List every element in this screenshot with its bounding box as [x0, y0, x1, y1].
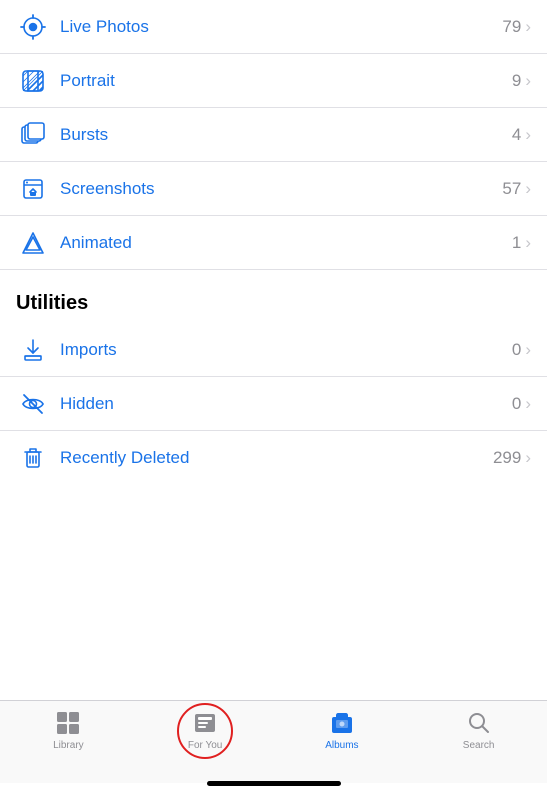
animated-label: Animated — [50, 233, 512, 253]
hidden-icon — [16, 391, 50, 417]
live-photos-chevron: › — [525, 17, 531, 37]
search-tab-label: Search — [463, 740, 495, 751]
recently-deleted-label: Recently Deleted — [50, 448, 493, 468]
portrait-count: 9 — [512, 71, 521, 91]
imports-icon — [16, 337, 50, 363]
live-photos-count: 79 — [502, 17, 521, 37]
tab-for-you[interactable]: For You — [137, 709, 274, 751]
animated-row[interactable]: Animated 1 › — [0, 216, 547, 270]
animated-chevron: › — [525, 233, 531, 253]
tab-library[interactable]: Library — [0, 709, 137, 751]
portrait-row[interactable]: Portrait 9 › — [0, 54, 547, 108]
hidden-row[interactable]: Hidden 0 › — [0, 377, 547, 431]
screenshots-label: Screenshots — [50, 179, 502, 199]
portrait-icon — [16, 68, 50, 94]
screenshots-chevron: › — [525, 179, 531, 199]
recently-deleted-count: 299 — [493, 448, 521, 468]
live-photos-row[interactable]: Live Photos 79 › — [0, 0, 547, 54]
recently-deleted-chevron: › — [525, 448, 531, 468]
for-you-icon — [191, 709, 219, 737]
albums-tab-label: Albums — [325, 740, 358, 751]
bursts-label: Bursts — [50, 125, 512, 145]
tab-search[interactable]: Search — [410, 709, 547, 751]
library-icon — [54, 709, 82, 737]
bursts-icon — [16, 122, 50, 148]
tab-albums[interactable]: Albums — [274, 709, 411, 751]
live-photos-icon — [16, 14, 50, 40]
search-icon — [465, 709, 493, 737]
screenshots-row[interactable]: Screenshots 57 › — [0, 162, 547, 216]
screenshots-icon — [16, 176, 50, 202]
home-indicator — [0, 783, 547, 788]
utilities-header-text: Utilities — [16, 292, 88, 314]
bursts-chevron: › — [525, 125, 531, 145]
albums-icon — [328, 709, 356, 737]
imports-row[interactable]: Imports 0 › — [0, 323, 547, 377]
home-bar — [207, 781, 341, 786]
hidden-count: 0 — [512, 394, 521, 414]
screenshots-count: 57 — [502, 179, 521, 199]
library-tab-label: Library — [53, 740, 84, 751]
imports-count: 0 — [512, 340, 521, 360]
portrait-chevron: › — [525, 71, 531, 91]
hidden-label: Hidden — [50, 394, 512, 414]
bursts-count: 4 — [512, 125, 521, 145]
live-photos-label: Live Photos — [50, 17, 502, 37]
animated-count: 1 — [512, 233, 521, 253]
bursts-row[interactable]: Bursts 4 › — [0, 108, 547, 162]
recently-deleted-row[interactable]: Recently Deleted 299 › — [0, 431, 547, 485]
portrait-label: Portrait — [50, 71, 512, 91]
utilities-section-header: Utilities — [0, 270, 547, 323]
for-you-tab-label: For You — [188, 740, 222, 751]
animated-icon — [16, 230, 50, 256]
imports-chevron: › — [525, 340, 531, 360]
trash-icon — [16, 445, 50, 471]
tab-bar: Library For You Albums — [0, 700, 547, 783]
imports-label: Imports — [50, 340, 512, 360]
hidden-chevron: › — [525, 394, 531, 414]
